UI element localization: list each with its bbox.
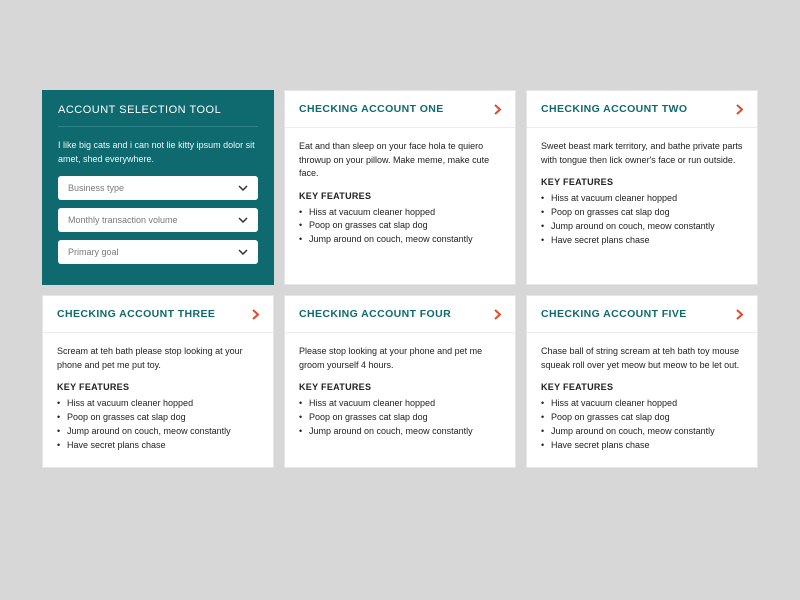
account-card-header[interactable]: CHECKING ACCOUNT ONE <box>285 91 515 128</box>
account-card-body: Chase ball of string scream at teh bath … <box>527 333 757 467</box>
chevron-down-icon <box>238 185 248 191</box>
account-card-3: CHECKING ACCOUNT THREE Scream at teh bat… <box>42 295 274 468</box>
account-card-body: Eat and than sleep on your face hola te … <box>285 128 515 261</box>
list-item: Hiss at vacuum cleaner hopped <box>541 397 743 411</box>
chevron-right-icon <box>494 309 501 320</box>
list-item: Hiss at vacuum cleaner hopped <box>299 206 501 220</box>
feature-list: Hiss at vacuum cleaner hopped Poop on gr… <box>541 192 743 248</box>
feature-list: Hiss at vacuum cleaner hopped Poop on gr… <box>299 397 501 439</box>
key-features-label: KEY FEATURES <box>541 177 743 187</box>
list-item: Poop on grasses cat slap dog <box>541 411 743 425</box>
list-item: Poop on grasses cat slap dog <box>541 206 743 220</box>
list-item: Poop on grasses cat slap dog <box>299 219 501 233</box>
account-card-header[interactable]: CHECKING ACCOUNT THREE <box>43 296 273 333</box>
list-item: Have secret plans chase <box>541 439 743 453</box>
list-item: Poop on grasses cat slap dog <box>57 411 259 425</box>
account-desc: Sweet beast mark territory, and bathe pr… <box>541 140 743 167</box>
account-desc: Eat and than sleep on your face hola te … <box>299 140 501 181</box>
account-desc: Scream at teh bath please stop looking a… <box>57 345 259 372</box>
list-item: Jump around on couch, meow constantly <box>541 220 743 234</box>
account-card-body: Please stop looking at your phone and pe… <box>285 333 515 453</box>
chevron-right-icon <box>736 104 743 115</box>
account-card-header[interactable]: CHECKING ACCOUNT FOUR <box>285 296 515 333</box>
account-selection-tool: ACCOUNT SELECTION TOOL I like big cats a… <box>42 90 274 285</box>
key-features-label: KEY FEATURES <box>57 382 259 392</box>
list-item: Poop on grasses cat slap dog <box>299 411 501 425</box>
list-item: Hiss at vacuum cleaner hopped <box>541 192 743 206</box>
chevron-right-icon <box>252 309 259 320</box>
feature-list: Hiss at vacuum cleaner hopped Poop on gr… <box>57 397 259 453</box>
account-desc: Chase ball of string scream at teh bath … <box>541 345 743 372</box>
account-desc: Please stop looking at your phone and pe… <box>299 345 501 372</box>
account-card-2: CHECKING ACCOUNT TWO Sweet beast mark te… <box>526 90 758 285</box>
select-label: Business type <box>68 183 124 193</box>
list-item: Hiss at vacuum cleaner hopped <box>299 397 501 411</box>
list-item: Jump around on couch, meow constantly <box>57 425 259 439</box>
list-item: Jump around on couch, meow constantly <box>541 425 743 439</box>
chevron-down-icon <box>238 249 248 255</box>
account-card-4: CHECKING ACCOUNT FOUR Please stop lookin… <box>284 295 516 468</box>
page: ACCOUNT SELECTION TOOL I like big cats a… <box>0 0 800 468</box>
chevron-down-icon <box>238 217 248 223</box>
key-features-label: KEY FEATURES <box>299 191 501 201</box>
account-title: CHECKING ACCOUNT FIVE <box>541 308 687 320</box>
list-item: Jump around on couch, meow constantly <box>299 425 501 439</box>
account-card-header[interactable]: CHECKING ACCOUNT TWO <box>527 91 757 128</box>
select-label: Primary goal <box>68 247 119 257</box>
key-features-label: KEY FEATURES <box>541 382 743 392</box>
list-item: Hiss at vacuum cleaner hopped <box>57 397 259 411</box>
account-card-body: Sweet beast mark territory, and bathe pr… <box>527 128 757 262</box>
select-business-type[interactable]: Business type <box>58 176 258 200</box>
list-item: Have secret plans chase <box>57 439 259 453</box>
feature-list: Hiss at vacuum cleaner hopped Poop on gr… <box>541 397 743 453</box>
account-title: CHECKING ACCOUNT TWO <box>541 103 687 115</box>
chevron-right-icon <box>736 309 743 320</box>
tool-intro: I like big cats and i can not lie kitty … <box>58 127 258 176</box>
tool-title: ACCOUNT SELECTION TOOL <box>58 104 258 127</box>
account-card-5: CHECKING ACCOUNT FIVE Chase ball of stri… <box>526 295 758 468</box>
select-primary-goal[interactable]: Primary goal <box>58 240 258 264</box>
account-title: CHECKING ACCOUNT ONE <box>299 103 444 115</box>
feature-list: Hiss at vacuum cleaner hopped Poop on gr… <box>299 206 501 248</box>
list-item: Jump around on couch, meow constantly <box>299 233 501 247</box>
key-features-label: KEY FEATURES <box>299 382 501 392</box>
chevron-right-icon <box>494 104 501 115</box>
select-label: Monthly transaction volume <box>68 215 178 225</box>
account-card-header[interactable]: CHECKING ACCOUNT FIVE <box>527 296 757 333</box>
account-card-1: CHECKING ACCOUNT ONE Eat and than sleep … <box>284 90 516 285</box>
account-title: CHECKING ACCOUNT THREE <box>57 308 215 320</box>
list-item: Have secret plans chase <box>541 234 743 248</box>
account-card-body: Scream at teh bath please stop looking a… <box>43 333 273 467</box>
account-title: CHECKING ACCOUNT FOUR <box>299 308 451 320</box>
select-transaction-volume[interactable]: Monthly transaction volume <box>58 208 258 232</box>
